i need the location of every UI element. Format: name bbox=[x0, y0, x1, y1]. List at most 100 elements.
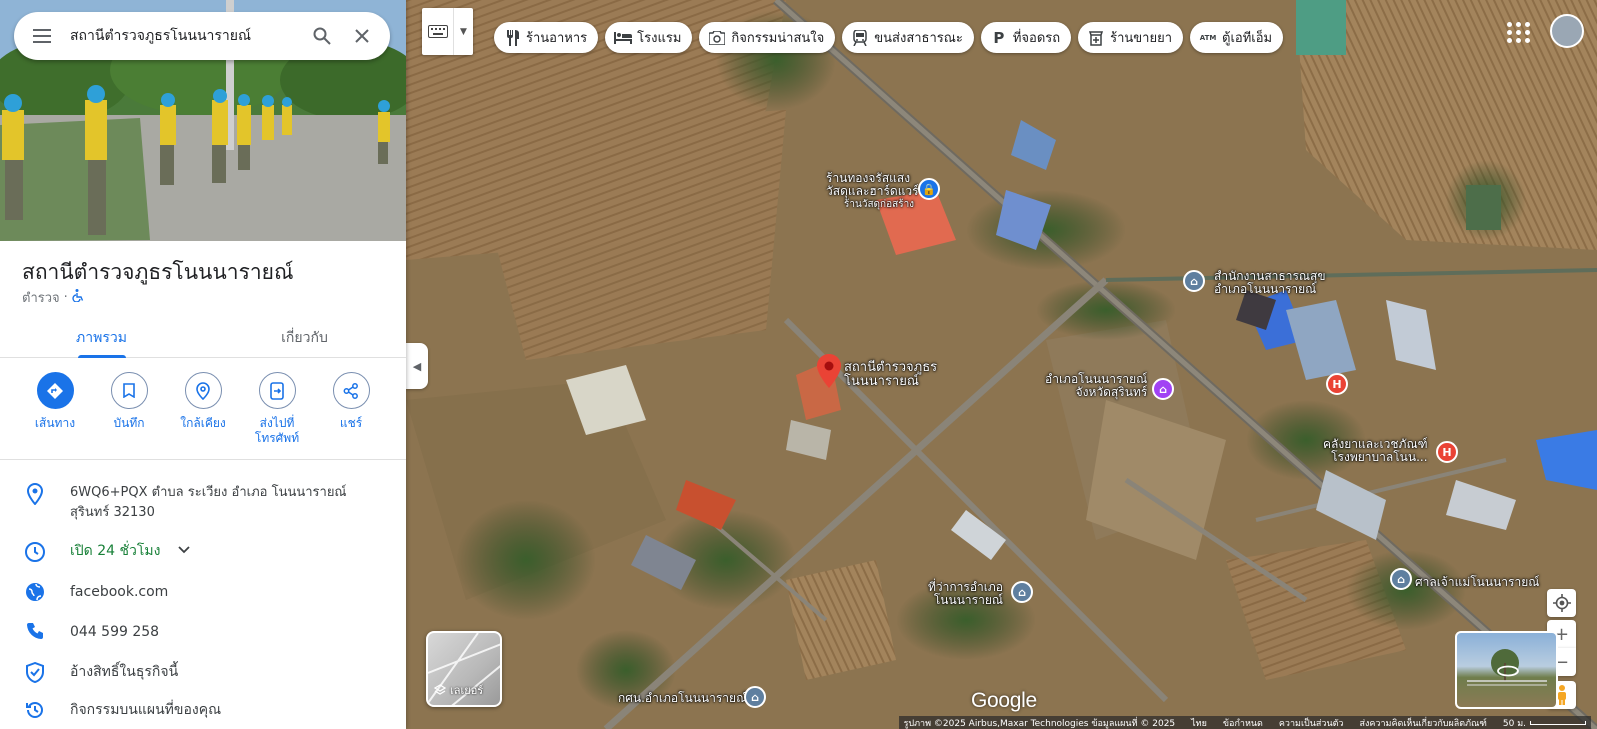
bookmark-icon bbox=[110, 372, 148, 409]
shopping-bag-icon[interactable]: 🔒 bbox=[918, 178, 940, 200]
imagery-attribution: รูปภาพ ©2025 Airbus,Maxar Technologies ข… bbox=[903, 718, 1176, 729]
label-district-office[interactable]: ที่ว่าการอำเภอ โนนนารายณ์ bbox=[928, 581, 1003, 607]
layers-button[interactable]: เลเยอร์ bbox=[426, 631, 502, 707]
pharmacy-icon bbox=[1087, 29, 1105, 47]
location-pin-icon bbox=[0, 483, 70, 505]
parking-icon: P bbox=[993, 28, 1005, 47]
label-school[interactable]: กศน.อำเภอโนนนารายณ์ bbox=[618, 692, 747, 705]
chip-atm[interactable]: ATM ตู้เอทีเอ็ม bbox=[1190, 22, 1284, 53]
address-line-1: 6WQ6+PQX ตำบล ระเวียง อำเภอ โนนนารายณ์ bbox=[70, 485, 347, 500]
language-link[interactable]: ไทย bbox=[1191, 716, 1207, 729]
input-tools-button[interactable]: ▼ bbox=[422, 8, 473, 55]
action-buttons: เส้นทาง บันทึก ใกล้เคียง ส่งไปที่ โทรศัพ… bbox=[0, 372, 406, 446]
label-district[interactable]: อำเภอโนนนารายณ์ จังหวัดสุรินทร์ bbox=[1045, 373, 1147, 399]
keyboard-icon[interactable] bbox=[422, 8, 453, 55]
phone-number[interactable]: 044 599 258 bbox=[70, 622, 406, 642]
camera-icon bbox=[708, 29, 726, 47]
map-activity-link[interactable]: กิจกรรมบนแผนที่ของคุณ bbox=[70, 700, 406, 720]
verified-shield-icon bbox=[0, 662, 70, 683]
chip-things-to-do[interactable]: กิจกรรมน่าสนใจ bbox=[699, 22, 836, 53]
share-button[interactable]: แชร์ bbox=[319, 372, 383, 446]
search-input[interactable]: สถานีตำรวจภูธรโนนนารายณ์ bbox=[70, 25, 302, 47]
map-canvas[interactable]: ▼ ร้านอาหาร โรงแรม กิจกรรมน่าสนใจ ขนส่งส… bbox=[406, 0, 1597, 729]
label-health-office[interactable]: สำนักงานสาธารณสุข อำเภอโนนนารายณ์ bbox=[1214, 270, 1326, 296]
chevron-left-icon: ◀ bbox=[412, 359, 422, 373]
chip-hotels[interactable]: โรงแรม bbox=[605, 22, 693, 53]
restaurant-icon bbox=[503, 29, 521, 47]
chevron-down-icon[interactable] bbox=[178, 541, 191, 561]
place-side-panel: สถานีตำรวจภูธรโนนนารายณ์ สถานีตำรวจภูธรโ… bbox=[0, 0, 406, 729]
directions-icon bbox=[36, 372, 74, 409]
address-line-2: สุรินทร์ 32130 bbox=[70, 505, 155, 520]
selected-place-marker-icon[interactable] bbox=[817, 354, 841, 388]
directions-button[interactable]: เส้นทาง bbox=[23, 372, 87, 446]
government-building-icon[interactable]: ⌂ bbox=[1011, 581, 1033, 603]
label-shrine[interactable]: ศาลเจ้าแม่โนนนารายณ์ bbox=[1415, 576, 1539, 589]
hotel-icon bbox=[614, 29, 633, 47]
google-logo: Google bbox=[971, 689, 1037, 712]
phone-icon bbox=[0, 622, 70, 640]
transit-icon bbox=[851, 29, 869, 47]
label-pharmacy-warehouse[interactable]: คลังยาและเวชภัณฑ์ โรงพยาบาลโนน... bbox=[1323, 438, 1428, 464]
send-to-phone-icon bbox=[258, 372, 296, 409]
chip-transit[interactable]: ขนส่งสาธารณะ bbox=[842, 22, 974, 53]
chip-pharmacy[interactable]: ร้านขายยา bbox=[1078, 22, 1184, 53]
label-selected-place[interactable]: สถานีตำรวจภูธร โนนนารายณ์ bbox=[844, 361, 937, 389]
claim-business-link[interactable]: อ้างสิทธิ์ในธุรกิจนี้ bbox=[70, 662, 406, 682]
account-avatar[interactable] bbox=[1550, 14, 1584, 48]
website-row[interactable]: facebook.com bbox=[0, 582, 406, 602]
close-icon[interactable] bbox=[342, 29, 382, 43]
address-row[interactable]: 6WQ6+PQX ตำบล ระเวียง อำเภอ โนนนารายณ์ ส… bbox=[0, 483, 406, 523]
menu-icon[interactable] bbox=[14, 29, 70, 43]
privacy-link[interactable]: ความเป็นส่วนตัว bbox=[1279, 716, 1344, 729]
atm-icon: ATM bbox=[1199, 33, 1217, 42]
school-icon[interactable]: ⌂ bbox=[744, 686, 766, 708]
category-chips: ร้านอาหาร โรงแรม กิจกรรมน่าสนใจ ขนส่งสาธ… bbox=[494, 22, 1284, 53]
hospital-icon[interactable]: H bbox=[1436, 441, 1458, 463]
place-tabs: ภาพรวม เกี่ยวกับ bbox=[0, 318, 406, 358]
tab-overview[interactable]: ภาพรวม bbox=[0, 318, 203, 358]
my-location-button[interactable] bbox=[1547, 589, 1576, 617]
globe-icon bbox=[0, 582, 70, 602]
chevron-down-icon[interactable]: ▼ bbox=[453, 8, 473, 55]
save-button[interactable]: บันทึก bbox=[97, 372, 161, 446]
tab-about[interactable]: เกี่ยวกับ bbox=[203, 318, 406, 357]
divider bbox=[0, 459, 406, 460]
website-link[interactable]: facebook.com bbox=[70, 582, 406, 602]
chip-restaurants[interactable]: ร้านอาหาร bbox=[494, 22, 599, 53]
search-box[interactable]: สถานีตำรวจภูธรโนนนารายณ์ bbox=[14, 12, 390, 60]
clock-icon bbox=[0, 541, 70, 563]
search-icon[interactable] bbox=[302, 27, 342, 45]
google-apps-icon[interactable] bbox=[1507, 20, 1531, 44]
place-title: สถานีตำรวจภูธรโนนนารายณ์ bbox=[22, 260, 294, 284]
nearby-icon bbox=[184, 372, 222, 409]
terms-link[interactable]: ข้อกำหนด bbox=[1223, 716, 1263, 729]
street-view-preview[interactable] bbox=[1455, 631, 1558, 709]
temple-icon[interactable]: ⌂ bbox=[1390, 568, 1412, 590]
category-button[interactable]: ตำรวจ bbox=[22, 287, 60, 308]
collapse-panel-button[interactable]: ◀ bbox=[406, 343, 428, 389]
my-location-icon bbox=[1552, 594, 1571, 612]
label-hardware-store[interactable]: ร้านทองจรัสแสง วัสดุและฮาร์ดแวร์ ร้านวัส… bbox=[826, 172, 919, 211]
feedback-link[interactable]: ส่งความคิดเห็นเกี่ยวกับผลิตภัณฑ์ bbox=[1360, 716, 1487, 729]
claim-business-row[interactable]: อ้างสิทธิ์ในธุรกิจนี้ bbox=[0, 662, 406, 683]
rotate-360-icon bbox=[1497, 665, 1519, 677]
place-category: ตำรวจ · bbox=[22, 287, 84, 308]
send-to-phone-button[interactable]: ส่งไปที่ โทรศัพท์ bbox=[245, 372, 309, 446]
wheelchair-icon bbox=[72, 289, 84, 306]
hospital-icon[interactable]: H bbox=[1326, 373, 1348, 395]
hours-row[interactable]: เปิด 24 ชั่วโมง bbox=[0, 541, 406, 563]
scale-bar[interactable]: 50 ม. bbox=[1503, 716, 1586, 729]
layers-icon bbox=[434, 684, 446, 695]
landmark-icon[interactable]: ⌂ bbox=[1152, 378, 1174, 400]
satellite-imagery bbox=[406, 0, 1597, 729]
phone-row[interactable]: 044 599 258 bbox=[0, 622, 406, 642]
nearby-button[interactable]: ใกล้เคียง bbox=[171, 372, 235, 446]
share-icon bbox=[332, 372, 370, 409]
map-activity-row[interactable]: กิจกรรมบนแผนที่ของคุณ bbox=[0, 700, 406, 720]
history-icon bbox=[0, 700, 70, 720]
government-building-icon[interactable]: ⌂ bbox=[1183, 270, 1205, 292]
chip-parking[interactable]: P ที่จอดรถ bbox=[980, 22, 1072, 53]
hours-status: เปิด 24 ชั่วโมง bbox=[70, 543, 161, 559]
attribution-bar: รูปภาพ ©2025 Airbus,Maxar Technologies ข… bbox=[406, 716, 1597, 729]
